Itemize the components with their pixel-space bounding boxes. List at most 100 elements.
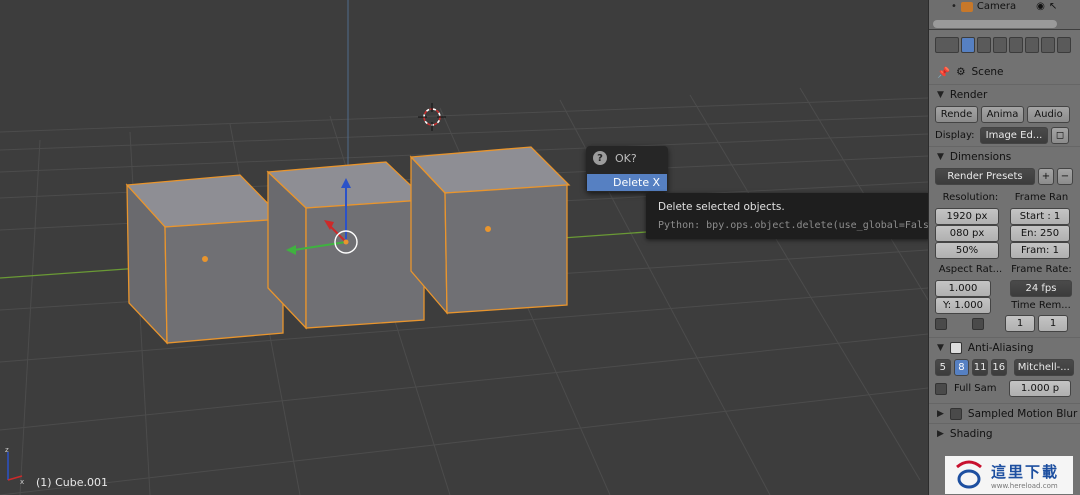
expand-icon: ▼ bbox=[937, 151, 944, 162]
motion-blur-checkbox[interactable] bbox=[949, 407, 962, 420]
border-checkbox[interactable] bbox=[935, 317, 947, 330]
motion-blur-title: Sampled Motion Blur bbox=[967, 407, 1078, 420]
aspect-x-value: 1.000 bbox=[948, 283, 978, 294]
render-button[interactable]: Rende bbox=[935, 106, 978, 123]
tab-object-icon[interactable] bbox=[1025, 37, 1039, 53]
cube-left[interactable] bbox=[125, 173, 285, 345]
delete-confirm-popup: ? OK? Delete X bbox=[586, 146, 668, 192]
delete-button[interactable]: Delete X bbox=[587, 174, 667, 191]
tab-modifiers-icon[interactable] bbox=[1057, 37, 1071, 53]
expand-icon: ▼ bbox=[937, 89, 944, 100]
tab-scene-icon[interactable] bbox=[993, 37, 1007, 53]
pin-icon[interactable]: 📌 bbox=[937, 66, 950, 79]
context-breadcrumb: 📌 ⚙ Scene bbox=[929, 60, 1080, 84]
frame-rate-dropdown[interactable]: 24 fps bbox=[1010, 280, 1072, 297]
end-value: En: 250 bbox=[1020, 228, 1060, 239]
delete-label: Delete bbox=[613, 176, 650, 189]
transform-gizmo[interactable] bbox=[280, 172, 370, 272]
animation-button-label: Anima bbox=[986, 109, 1019, 120]
tab-world-icon[interactable] bbox=[1009, 37, 1023, 53]
time-new-value: 1 bbox=[1049, 318, 1057, 329]
render-button-label: Rende bbox=[940, 109, 973, 120]
aspect-label: Aspect Rat... bbox=[938, 264, 1003, 275]
aspect-y-field[interactable]: Y: 1.000 bbox=[935, 297, 991, 314]
render-section-header[interactable]: ▼ Render bbox=[929, 84, 1080, 104]
audio-button[interactable]: Audio bbox=[1027, 106, 1070, 123]
tooltip-python: Python: bpy.ops.object.delete(use_global… bbox=[658, 220, 941, 231]
resolution-label: Resolution: bbox=[942, 192, 999, 203]
eye-icon[interactable]: ◉ bbox=[1036, 1, 1045, 12]
watermark: 這里下載 www.hereload.com bbox=[945, 456, 1073, 494]
tab-render-icon[interactable] bbox=[961, 37, 975, 53]
tab-layers-icon[interactable] bbox=[977, 37, 991, 53]
filter-size-field[interactable]: 1.000 p bbox=[1009, 380, 1071, 397]
render-presets-dropdown[interactable]: Render Presets bbox=[935, 168, 1035, 185]
animation-button[interactable]: Anima bbox=[981, 106, 1024, 123]
start-value: Start : 1 bbox=[1019, 211, 1061, 222]
crop-checkbox[interactable] bbox=[972, 317, 984, 330]
dimensions-section-header[interactable]: ▼ Dimensions bbox=[929, 146, 1080, 166]
time-old-value: 1 bbox=[1016, 318, 1024, 329]
antialiasing-section-header[interactable]: ▼ Anti-Aliasing bbox=[929, 337, 1080, 357]
axis-x-label: x bbox=[20, 478, 24, 486]
delete-shortcut: X bbox=[652, 176, 660, 189]
add-preset-button[interactable]: + bbox=[1038, 168, 1054, 185]
display-dropdown[interactable]: Image Ed... bbox=[980, 127, 1048, 144]
collapse-icon: ▶ bbox=[937, 408, 944, 419]
aa-5-label: 5 bbox=[939, 362, 946, 373]
time-remap-label: Time Rem... bbox=[1011, 300, 1071, 311]
aa-filter-dropdown[interactable]: Mitchell-... bbox=[1013, 359, 1075, 376]
filter-size-value: 1.000 p bbox=[1020, 383, 1060, 394]
fps-value: 24 fps bbox=[1025, 283, 1057, 294]
remove-preset-button[interactable]: − bbox=[1057, 168, 1073, 185]
time-old-field[interactable]: 1 bbox=[1005, 315, 1035, 332]
full-sample-checkbox[interactable] bbox=[935, 382, 947, 395]
resolution-x-field[interactable]: 1920 px bbox=[935, 208, 999, 225]
tab-constraints-icon[interactable] bbox=[1041, 37, 1055, 53]
editor-type-icon[interactable] bbox=[935, 37, 959, 53]
aa-sample-5[interactable]: 5 bbox=[935, 359, 951, 376]
3d-viewport[interactable]: z x (1) Cube.001 bbox=[0, 0, 928, 495]
display-lock-icon[interactable]: ◻ bbox=[1051, 127, 1069, 144]
aa-8-label: 8 bbox=[958, 362, 965, 373]
outliner: • Camera ◉ ↖ bbox=[929, 0, 1080, 30]
cube-right[interactable] bbox=[409, 145, 571, 317]
antialiasing-checkbox[interactable] bbox=[949, 341, 962, 354]
properties-tabs bbox=[929, 30, 1080, 60]
aa-11-label: 11 bbox=[973, 362, 987, 373]
tooltip-description: Delete selected objects. bbox=[658, 201, 785, 213]
properties-panel: • Camera ◉ ↖ 📌 ⚙ Scene ▼ Render Rende An… bbox=[928, 0, 1080, 495]
aa-16-label: 16 bbox=[992, 362, 1006, 373]
scene-icon: ⚙ bbox=[956, 66, 966, 78]
cursor-select-icon[interactable]: ↖ bbox=[1049, 1, 1057, 12]
aa-sample-11[interactable]: 11 bbox=[972, 359, 988, 376]
shading-title: Shading bbox=[949, 427, 993, 440]
motion-blur-section-header[interactable]: ▶ Sampled Motion Blur bbox=[929, 403, 1080, 423]
outliner-camera-item[interactable]: • Camera ◉ ↖ bbox=[951, 1, 1057, 12]
shading-section-header[interactable]: ▶ Shading bbox=[929, 423, 1080, 443]
delete-tooltip: Delete selected objects. Python: bpy.ops… bbox=[646, 193, 941, 239]
res-y-value: 080 px bbox=[949, 228, 985, 239]
antialiasing-title: Anti-Aliasing bbox=[967, 341, 1034, 354]
outliner-scrollbar[interactable] bbox=[933, 20, 1057, 28]
frame-step-field[interactable]: Fram: 1 bbox=[1010, 242, 1070, 259]
resolution-percent-field[interactable]: 50% bbox=[935, 242, 999, 259]
watermark-url: www.hereload.com bbox=[991, 481, 1058, 490]
res-x-value: 1920 px bbox=[946, 211, 988, 222]
aspect-x-field[interactable]: 1.000 bbox=[935, 280, 991, 297]
time-new-field[interactable]: 1 bbox=[1038, 315, 1068, 332]
display-label: Display: bbox=[935, 130, 975, 141]
frame-start-field[interactable]: Start : 1 bbox=[1010, 208, 1070, 225]
aa-sample-8[interactable]: 8 bbox=[953, 359, 970, 376]
aspect-y-value: Y: 1.000 bbox=[943, 300, 983, 311]
collapse-icon: ▶ bbox=[937, 428, 944, 439]
camera-icon bbox=[960, 1, 973, 12]
axis-indicator-icon: z x bbox=[5, 446, 24, 486]
dimensions-title: Dimensions bbox=[949, 150, 1012, 163]
aa-sample-16[interactable]: 16 bbox=[990, 359, 1007, 376]
frame-rate-label: Frame Rate: bbox=[1011, 264, 1072, 275]
frame-range-label: Frame Ran bbox=[1014, 192, 1069, 203]
resolution-y-field[interactable]: 080 px bbox=[935, 225, 999, 242]
presets-label: Render Presets bbox=[947, 171, 1023, 182]
frame-end-field[interactable]: En: 250 bbox=[1010, 225, 1070, 242]
